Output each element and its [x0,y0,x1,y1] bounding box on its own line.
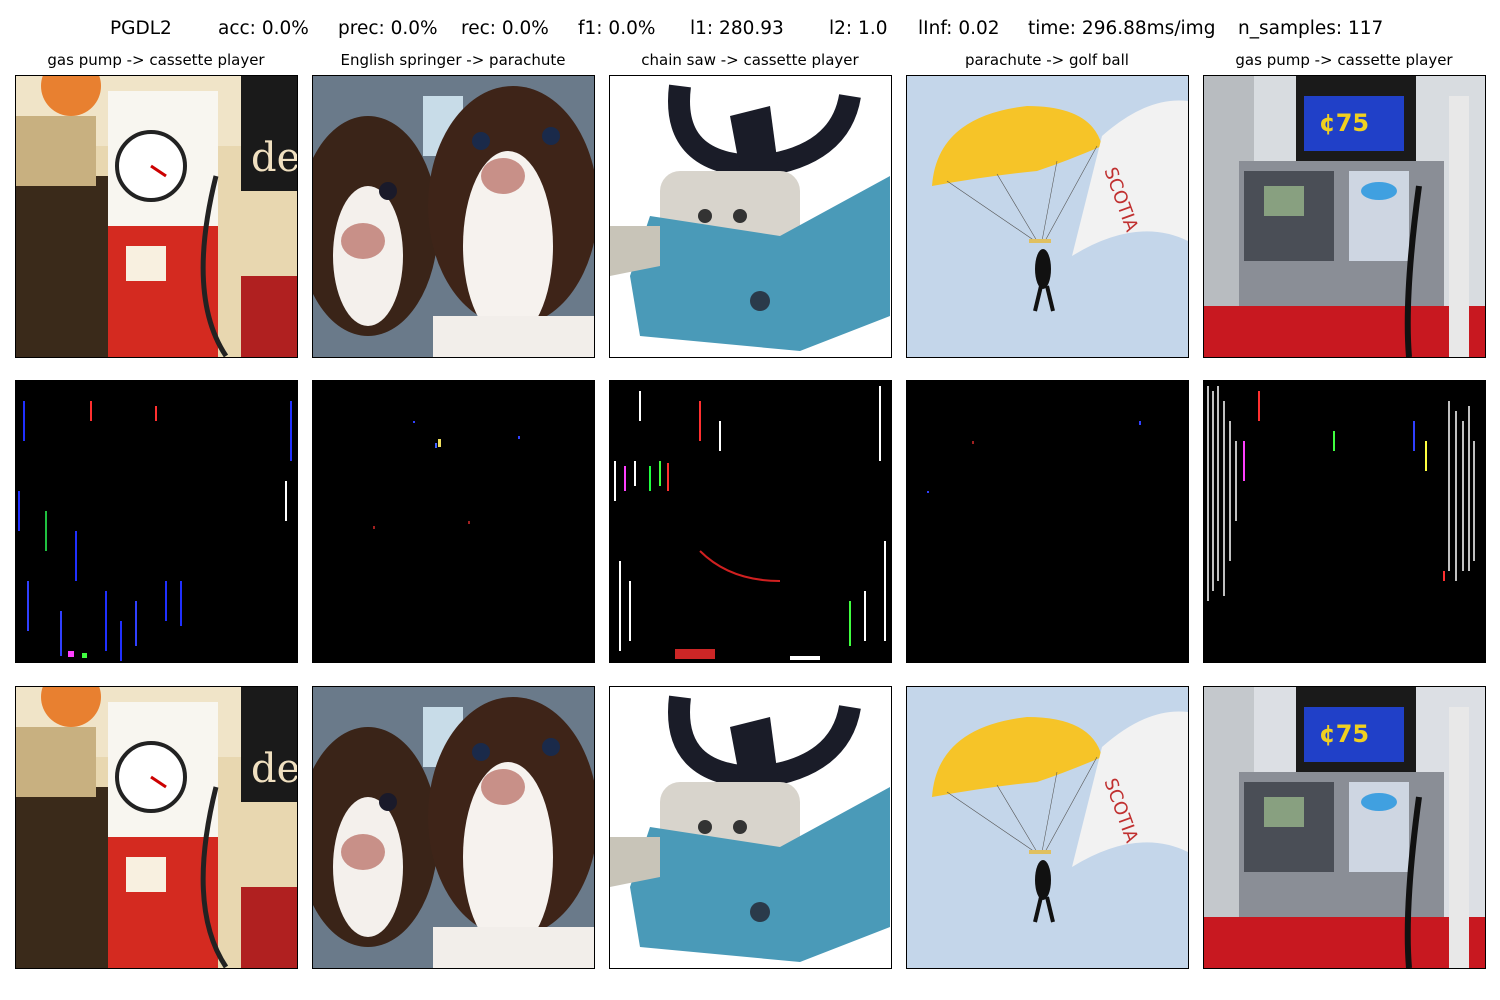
adversarial-image-gas-pump: de [15,686,298,969]
column-title-3: chain saw -> cassette player [641,51,859,69]
metric-l1: l1: 280.93 [690,18,784,39]
perturbation-map-gas-pump-2 [1203,380,1486,663]
perturbation-map-parachute [906,380,1189,663]
adversarial-image-parachute: SCOTIA [906,686,1189,969]
svg-text:¢75: ¢75 [1319,109,1369,137]
metric-linf: lInf: 0.02 [918,18,1000,39]
svg-text:de: de [251,135,297,181]
adversarial-image-chain-saw [609,686,892,969]
metric-l2: l2: 1.0 [829,18,888,39]
original-image-chain-saw [609,75,892,358]
metric-rec: rec: 0.0% [461,18,549,39]
column-title-1: gas pump -> cassette player [47,51,265,69]
perturbation-map-gas-pump [15,380,298,663]
original-image-gas-pump-2: ¢75 [1203,75,1486,358]
metric-f1: f1: 0.0% [578,18,656,39]
adversarial-image-english-springer [312,686,595,969]
metrics-header: PGDL2 acc: 0.0% prec: 0.0% rec: 0.0% f1:… [0,16,1500,42]
metric-n-samples: n_samples: 117 [1238,18,1384,39]
svg-text:de: de [251,746,297,792]
column-title-4: parachute -> golf ball [965,51,1129,69]
method-name: PGDL2 [110,18,172,39]
metric-prec: prec: 0.0% [338,18,438,39]
metric-time: time: 296.88ms/img [1028,18,1216,39]
perturbation-map-chain-saw [609,380,892,663]
svg-text:¢75: ¢75 [1319,720,1369,748]
perturbation-map-english-springer [312,380,595,663]
column-title-2: English springer -> parachute [340,51,566,69]
column-title-5: gas pump -> cassette player [1235,51,1453,69]
original-image-english-springer [312,75,595,358]
adversarial-image-gas-pump-2: ¢75 [1203,686,1486,969]
original-image-parachute: SCOTIA [906,75,1189,358]
original-image-gas-pump: de [15,75,298,358]
metric-acc: acc: 0.0% [218,18,309,39]
